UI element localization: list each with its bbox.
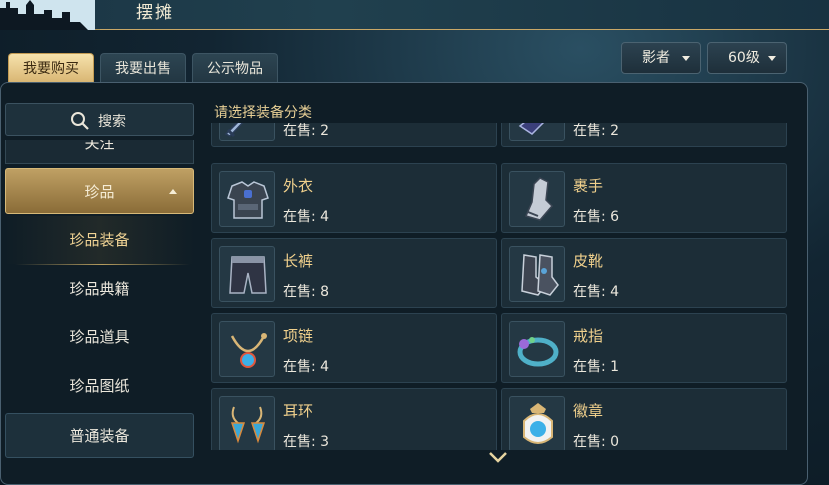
item-thumbnail bbox=[219, 321, 275, 377]
item-name: 耳环 bbox=[283, 402, 314, 420]
item-thumbnail bbox=[509, 321, 565, 377]
chevron-down-icon bbox=[682, 56, 690, 61]
item-card[interactable]: 戒指 在售: 1 bbox=[501, 313, 787, 383]
sword-icon bbox=[224, 123, 244, 138]
chevron-up-icon bbox=[169, 189, 177, 194]
category-hint: 请选择装备分类 bbox=[214, 105, 312, 121]
item-name: 裹手 bbox=[573, 177, 604, 195]
badge-icon bbox=[523, 403, 553, 444]
item-card[interactable]: 徽章 在售: 0 bbox=[501, 388, 787, 450]
item-thumbnail bbox=[219, 246, 275, 302]
header-divider bbox=[100, 29, 829, 30]
tab-buy[interactable]: 我要购买 bbox=[8, 53, 94, 83]
sidebar-item-favorites[interactable]: 关注 bbox=[5, 140, 194, 164]
item-card[interactable]: 在售: 2 bbox=[501, 123, 787, 147]
gauntlet-icon bbox=[524, 177, 554, 221]
item-name: 戒指 bbox=[573, 327, 604, 345]
search-icon bbox=[71, 112, 89, 130]
level-dropdown-value: 60级 bbox=[728, 50, 760, 66]
sidebar-item-treasure-props[interactable]: 珍品道具 bbox=[5, 313, 194, 361]
item-card[interactable]: 耳环 在售: 3 bbox=[211, 388, 497, 450]
castle-silhouette-icon bbox=[0, 0, 95, 30]
item-stock: 在售: 4 bbox=[283, 209, 330, 225]
pants-icon bbox=[229, 256, 267, 294]
class-dropdown-value: 影者 bbox=[642, 50, 670, 66]
item-stock: 在售: 4 bbox=[283, 359, 330, 375]
sidebar-item-label: 珍品道具 bbox=[69, 328, 130, 346]
sidebar-category-treasure[interactable]: 珍品 bbox=[5, 168, 194, 214]
item-stock: 在售: 2 bbox=[283, 123, 330, 139]
page-title: 摆摊 bbox=[136, 3, 174, 23]
item-thumbnail bbox=[509, 246, 565, 302]
sidebar-item-label: 珍品图纸 bbox=[69, 377, 130, 395]
chest-armor-icon bbox=[227, 181, 269, 219]
necklace-icon bbox=[230, 333, 267, 368]
weapon-icon bbox=[518, 123, 545, 135]
item-name: 项链 bbox=[283, 327, 314, 345]
top-bar: 摆摊 bbox=[0, 0, 829, 30]
item-name: 长裤 bbox=[283, 252, 314, 270]
item-thumbnail bbox=[509, 396, 565, 450]
sidebar-item-label: 珍品装备 bbox=[69, 231, 130, 249]
level-dropdown[interactable]: 60级 bbox=[707, 42, 787, 74]
item-name: 外衣 bbox=[283, 177, 314, 195]
item-stock: 在售: 2 bbox=[573, 123, 620, 139]
sidebar-item-treasure-equipment[interactable]: 珍品装备 bbox=[5, 216, 194, 264]
item-thumbnail bbox=[219, 396, 275, 450]
tab-public-items[interactable]: 公示物品 bbox=[192, 53, 278, 83]
item-card[interactable]: 长裤 在售: 8 bbox=[211, 238, 497, 308]
item-card[interactable]: 项链 在售: 4 bbox=[211, 313, 497, 383]
sidebar-item-treasure-blueprints[interactable]: 珍品图纸 bbox=[5, 362, 194, 410]
item-stock: 在售: 8 bbox=[283, 284, 330, 300]
sidebar-category-label: 珍品 bbox=[84, 183, 115, 201]
item-name: 皮靴 bbox=[573, 252, 604, 270]
item-thumbnail bbox=[219, 171, 275, 227]
tab-sell[interactable]: 我要出售 bbox=[100, 53, 186, 83]
item-stock: 在售: 3 bbox=[283, 434, 330, 450]
sidebar-item-label: 普通装备 bbox=[69, 427, 130, 445]
scroll-down-icon[interactable] bbox=[488, 450, 508, 464]
item-thumbnail bbox=[509, 123, 565, 141]
boots-icon bbox=[521, 254, 559, 296]
item-card[interactable]: 皮靴 在售: 4 bbox=[501, 238, 787, 308]
item-card[interactable]: 外衣 在售: 4 bbox=[211, 163, 497, 233]
sidebar-item-normal-equipment[interactable]: 普通装备 bbox=[5, 413, 194, 458]
item-card[interactable]: 裹手 在售: 6 bbox=[501, 163, 787, 233]
item-stock: 在售: 6 bbox=[573, 209, 620, 225]
ring-icon bbox=[517, 337, 559, 367]
search-label: 搜索 bbox=[98, 114, 126, 130]
chevron-down-icon bbox=[768, 56, 776, 61]
item-stock: 在售: 4 bbox=[573, 284, 620, 300]
item-stock: 在售: 1 bbox=[573, 359, 620, 375]
earring-icon bbox=[230, 406, 266, 444]
sidebar-item-label: 珍品典籍 bbox=[69, 280, 130, 298]
item-thumbnail bbox=[509, 171, 565, 227]
class-dropdown[interactable]: 影者 bbox=[621, 42, 701, 74]
sidebar-item-label: 关注 bbox=[84, 140, 115, 152]
item-card[interactable]: 在售: 2 bbox=[211, 123, 497, 147]
sidebar-item-treasure-books[interactable]: 珍品典籍 bbox=[5, 265, 194, 313]
search-button[interactable]: 搜索 bbox=[5, 103, 194, 136]
item-thumbnail bbox=[219, 123, 275, 141]
item-name: 徽章 bbox=[573, 402, 604, 420]
item-stock: 在售: 0 bbox=[573, 434, 620, 450]
equipment-grid: 在售: 2 在售: 2 外衣 在售: 4 裹手 在售: 6 长裤 在售: 8 皮… bbox=[210, 123, 788, 450]
